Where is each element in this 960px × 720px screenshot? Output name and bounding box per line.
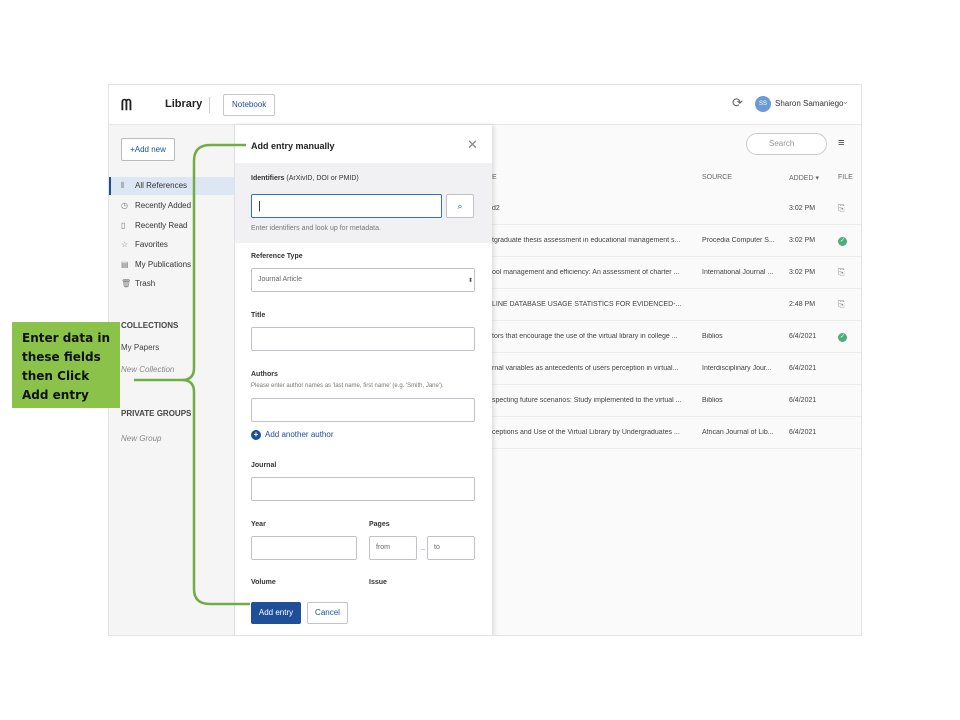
callout-line: Add entry xyxy=(22,388,89,402)
instruction-callout: Enter data in these fields then Click Ad… xyxy=(12,322,120,408)
callout-line: Enter data in xyxy=(22,331,111,345)
callout-line: then Click xyxy=(22,369,90,383)
callout-brace xyxy=(134,143,250,606)
callout-line: these fields xyxy=(22,350,101,364)
